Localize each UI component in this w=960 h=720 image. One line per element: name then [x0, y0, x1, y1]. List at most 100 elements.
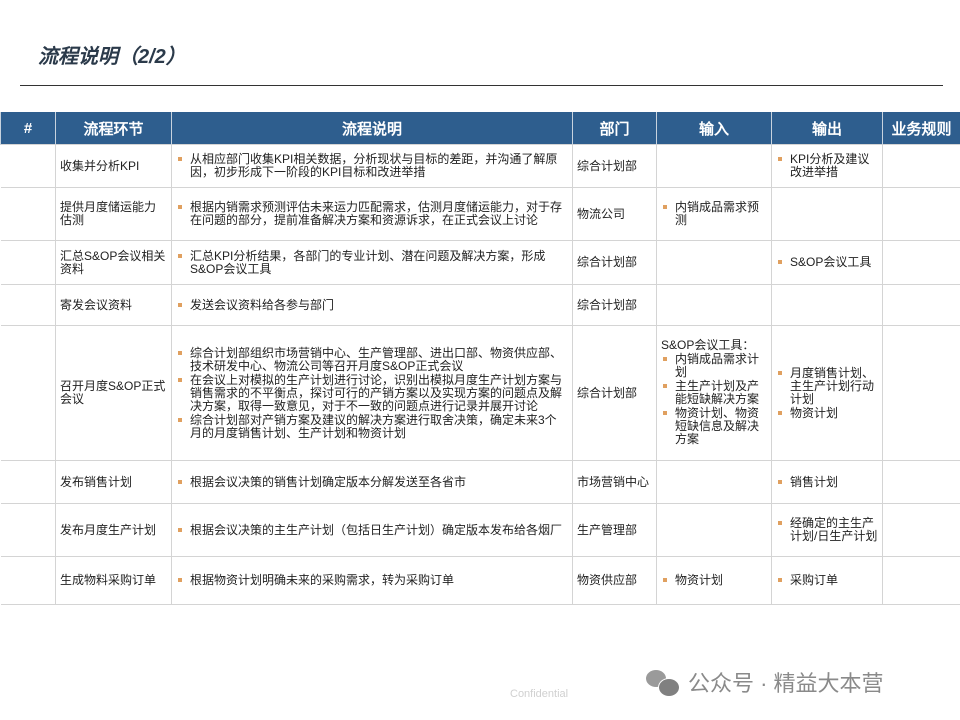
step-cell: 提供月度储运能力估测 [55, 187, 172, 241]
bullet-list: 根据会议决策的主生产计划（包括日生产计划）确定版本发布给各烟厂 [176, 523, 568, 537]
bullet-text: 发送会议资料给各参与部门 [190, 297, 335, 312]
bullet-text: 物资计划 [790, 405, 839, 420]
bullet-icon [178, 578, 182, 582]
bullet-text: 内销成品需求计划 [675, 352, 760, 379]
bullet-icon [663, 205, 667, 209]
bullet-icon [663, 357, 667, 361]
title-divider [20, 85, 943, 86]
step-cell: 发布销售计划 [55, 460, 172, 504]
watermark: 公众号 · 精益大本营 [646, 666, 884, 698]
column-header: 输入 [656, 112, 772, 145]
output-cell: S&OP会议工具 [771, 240, 883, 285]
input-cell: 物资计划 [656, 556, 772, 605]
dept-cell: 综合计划部 [572, 144, 657, 188]
rules-cell [882, 284, 960, 326]
bullet-item: 发送会议资料给各参与部门 [176, 297, 568, 312]
bullet-item: 经确定的主生产计划/日生产计划 [776, 517, 878, 543]
bullet-text: 综合计划部对产销方案及建议的解决方案进行取舍决策，确定未来3个月的月度销售计划、… [190, 412, 557, 440]
rules-cell [882, 325, 960, 461]
dept-cell: 生产管理部 [572, 503, 657, 557]
bullet-item: S&OP会议工具 [776, 256, 878, 269]
num-cell [0, 284, 56, 326]
bullet-list: 月度销售计划、主生产计划行动计划 物资计划 [776, 365, 878, 420]
output-cell [771, 187, 883, 241]
table-row: 召开月度S&OP正式会议 综合计划部组织市场营销中心、生产管理部、进出口部、物资供… [0, 325, 960, 461]
input-cell [656, 240, 772, 285]
bullet-item: 物资计划 [776, 405, 878, 420]
table-row: 发布销售计划 根据会议决策的销售计划确定版本分解发送至各省市 市场营销中心 销售计划 [0, 460, 960, 504]
bullet-list: 内销成品需求计划 主生产计划及产能短缺解决方案 物资计划、物资短缺信息及解决方案 [661, 353, 767, 446]
num-cell [0, 325, 56, 461]
bullet-icon [663, 578, 667, 582]
table-row: 汇总S&OP会议相关资料 汇总KPI分析结果，各部门的专业计划、潜在问题及解决方案… [0, 240, 960, 285]
bullet-text: 根据内销需求预测评估未来运力匹配需求，估测月度储运能力，对于存在问题的部分，提前… [190, 200, 563, 227]
input-cell [656, 503, 772, 557]
rules-cell [882, 187, 960, 241]
bullet-item: 主生产计划及产能短缺解决方案 [661, 380, 767, 406]
bullet-icon [178, 157, 182, 161]
bullet-icon [778, 410, 782, 415]
num-cell [0, 556, 56, 605]
bullet-icon [178, 417, 182, 422]
num-cell [0, 187, 56, 241]
input-intro: S&OP会议工具： [661, 338, 755, 352]
table-header-row: # 流程环节 流程说明 部门 输入 输出 业务规则 [0, 112, 960, 145]
bullet-list: KPI分析及建议改进举措 [776, 153, 878, 179]
bullet-icon [663, 384, 667, 388]
bullet-list: 经确定的主生产计划/日生产计划 [776, 517, 878, 543]
rules-cell [882, 556, 960, 605]
rules-cell [882, 144, 960, 188]
desc-cell: 根据物资计划明确未来的采购需求，转为采购订单 [171, 556, 573, 605]
desc-cell: 综合计划部组织市场营销中心、生产管理部、进出口部、物资供应部、技术研发中心、物流… [171, 325, 573, 461]
output-cell: KPI分析及建议改进举措 [771, 144, 883, 188]
dept-cell: 综合计划部 [572, 325, 657, 461]
dept-cell: 市场营销中心 [572, 460, 657, 504]
table-row: 发布月度生产计划 根据会议决策的主生产计划（包括日生产计划）确定版本发布给各烟厂生… [0, 503, 960, 557]
bullet-list: 综合计划部组织市场营销中心、生产管理部、进出口部、物资供应部、技术研发中心、物流… [176, 345, 568, 440]
output-cell: 销售计划 [771, 460, 883, 504]
bullet-text: 采购订单 [790, 573, 839, 587]
process-table: # 流程环节 流程说明 部门 输入 输出 业务规则 收集并分析KPI 从相应部门收集KPI相关… [0, 112, 960, 605]
bullet-text: KPI分析及建议改进举措 [790, 152, 870, 179]
bullet-icon [778, 578, 782, 582]
desc-cell: 根据内销需求预测评估未来运力匹配需求，估测月度储运能力，对于存在问题的部分，提前… [171, 187, 573, 241]
bullet-item: 综合计划部对产销方案及建议的解决方案进行取舍决策，确定未来3个月的月度销售计划、… [176, 412, 568, 440]
num-cell [0, 460, 56, 504]
wechat-icon [646, 668, 680, 697]
confidential-label: Confidential [510, 688, 569, 700]
column-header: # [0, 112, 56, 145]
step-cell: 收集并分析KPI [55, 144, 172, 188]
bullet-text: 在会议上对模拟的生产计划进行讨论，识别出模拟月度生产计划方案与销售需求的不平衡点… [190, 372, 563, 413]
bullet-text: 综合计划部组织市场营销中心、生产管理部、进出口部、物资供应部、技术研发中心、物流… [190, 345, 563, 373]
table-row: 提供月度储运能力估测 根据内销需求预测评估未来运力匹配需求，估测月度储运能力，对于… [0, 187, 960, 241]
input-cell [656, 460, 772, 504]
bullet-item: 物资计划、物资短缺信息及解决方案 [661, 407, 767, 446]
bullet-item: 在会议上对模拟的生产计划进行讨论，识别出模拟月度生产计划方案与销售需求的不平衡点… [176, 372, 568, 413]
bullet-item: 综合计划部组织市场营销中心、生产管理部、进出口部、物资供应部、技术研发中心、物流… [176, 345, 568, 373]
column-header: 流程环节 [55, 112, 172, 145]
bullet-icon [663, 411, 667, 415]
bullet-icon [178, 205, 182, 209]
bullet-list: 发送会议资料给各参与部门 [176, 297, 568, 312]
column-header: 业务规则 [882, 112, 960, 145]
bullet-item: 根据物资计划明确未来的采购需求，转为采购订单 [176, 574, 568, 587]
input-cell [656, 144, 772, 188]
desc-cell: 汇总KPI分析结果，各部门的专业计划、潜在问题及解决方案，形成S&OP会议工具 [171, 240, 573, 285]
bullet-list: 根据会议决策的销售计划确定版本分解发送至各省市 [176, 475, 568, 489]
bullet-list: 采购订单 [776, 574, 878, 587]
dept-cell: 综合计划部 [572, 284, 657, 326]
num-cell [0, 240, 56, 285]
output-cell: 经确定的主生产计划/日生产计划 [771, 503, 883, 557]
bullet-icon [778, 370, 782, 375]
bullet-text: 根据物资计划明确未来的采购需求，转为采购订单 [190, 573, 455, 587]
step-cell: 发布月度生产计划 [55, 503, 172, 557]
dept-cell: 物资供应部 [572, 556, 657, 605]
bullet-icon [178, 527, 182, 532]
bullet-item: KPI分析及建议改进举措 [776, 153, 878, 179]
bullet-text: 月度销售计划、主生产计划行动计划 [790, 365, 875, 406]
dept-cell: 物流公司 [572, 187, 657, 241]
bullet-list: 根据内销需求预测评估未来运力匹配需求，估测月度储运能力，对于存在问题的部分，提前… [176, 201, 568, 227]
bullet-item: 根据内销需求预测评估未来运力匹配需求，估测月度储运能力，对于存在问题的部分，提前… [176, 201, 568, 227]
column-header: 部门 [572, 112, 657, 145]
bullet-icon [778, 260, 782, 264]
